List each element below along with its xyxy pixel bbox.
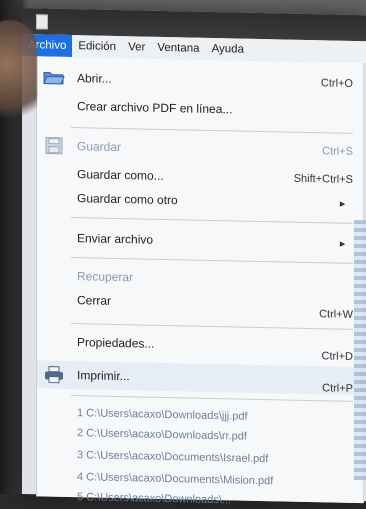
app-document-icon xyxy=(36,14,48,30)
menu-item-label: Propiedades... xyxy=(77,335,155,351)
submenu-arrow-icon: ► xyxy=(338,238,347,249)
menu-item-label: Guardar como... xyxy=(77,167,164,183)
menu-separator xyxy=(71,323,353,330)
menu-item-label: Cerrar xyxy=(77,293,112,308)
menu-item-label: Imprimir... xyxy=(77,368,130,384)
menu-item-label: Guardar como otro xyxy=(77,191,178,208)
menu-item-imprimir[interactable]: Imprimir... Ctrl+P xyxy=(37,360,363,396)
menu-separator xyxy=(71,127,353,134)
shortcut-text: Ctrl+P xyxy=(322,382,353,395)
shortcut-text: Ctrl+D xyxy=(321,350,353,363)
shortcut-text: Shift+Ctrl+S xyxy=(293,172,353,186)
shortcut-text: Ctrl+S xyxy=(322,145,353,158)
menu-item-abrir[interactable]: Abrir... Ctrl+O xyxy=(37,64,363,97)
menu-item-crear-pdf[interactable]: Crear archivo PDF en línea... xyxy=(37,92,363,125)
menu-separator xyxy=(71,217,353,224)
menu-separator xyxy=(71,257,353,264)
shortcut-text: Ctrl+O xyxy=(320,77,353,90)
user-thumb-blur xyxy=(0,20,37,130)
menu-item-label: Recuperar xyxy=(77,269,134,285)
menu-item-label: Guardar xyxy=(77,139,122,155)
recent-file-1[interactable]: 1 C:\Users\acaxo\Downloads\jjj.pdf xyxy=(77,407,248,423)
folder-open-icon xyxy=(41,68,67,87)
menu-item-cerrar[interactable]: Cerrar Ctrl+W xyxy=(37,286,363,321)
menu-item-guardar[interactable]: Guardar Ctrl+S xyxy=(37,132,363,165)
menu-item-guardar-como-otro[interactable]: Guardar como otro ► xyxy=(37,184,363,217)
menu-item-label: Crear archivo PDF en línea... xyxy=(77,99,233,117)
file-menu-dropdown: Abrir... Ctrl+O Crear archivo PDF en lín… xyxy=(36,56,363,506)
shortcut-text: Ctrl+W xyxy=(319,308,353,321)
menu-edicion[interactable]: Edición xyxy=(72,35,122,58)
menu-separator xyxy=(71,395,353,402)
menu-item-label: Enviar archivo xyxy=(77,231,154,247)
menu-ver[interactable]: Ver xyxy=(122,36,151,59)
recent-file-4[interactable]: 4 C:\Users\acaxo\Documents\Mision.pdf xyxy=(77,471,273,487)
menu-item-enviar-archivo[interactable]: Enviar archivo ► xyxy=(37,224,363,257)
menu-item-propiedades[interactable]: Propiedades... Ctrl+D xyxy=(37,328,363,363)
recent-file-2[interactable]: 2 C:\Users\acaxo\Downloads\rr.pdf xyxy=(77,427,247,443)
recent-file-3[interactable]: 3 C:\Users\acaxo\Documents\Israel.pdf xyxy=(77,449,268,465)
app-window: Archivo Edición Ver Ventana Ayuda Abrir.… xyxy=(22,8,366,506)
recent-file-5[interactable]: 5 C:\Users\acaxo\Downloads\... xyxy=(77,491,231,506)
menu-item-label: Abrir... xyxy=(77,71,112,86)
submenu-arrow-icon: ► xyxy=(338,198,347,209)
menu-ventana[interactable]: Ventana xyxy=(151,37,205,60)
save-disk-icon xyxy=(41,136,67,155)
menu-ayuda[interactable]: Ayuda xyxy=(206,38,250,61)
printer-icon xyxy=(41,365,67,384)
background-window-edge xyxy=(354,219,366,481)
